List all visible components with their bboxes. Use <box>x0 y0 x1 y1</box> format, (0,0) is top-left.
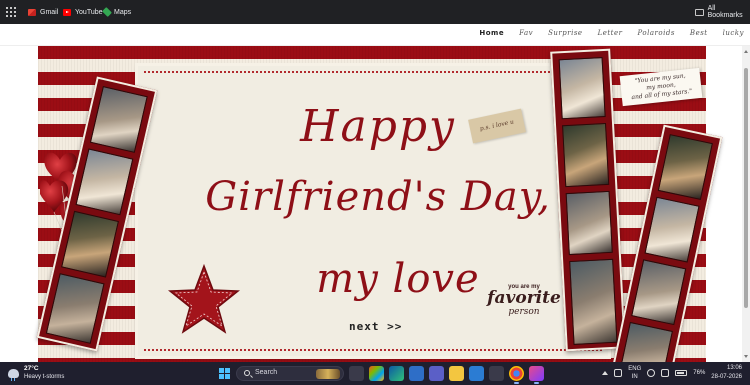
store-icon[interactable] <box>489 366 504 381</box>
photo-frame <box>45 273 105 344</box>
nav-letter[interactable]: Letter <box>598 29 623 37</box>
photo-frame <box>618 321 673 362</box>
nav-best[interactable]: Best <box>690 29 708 37</box>
bookmark-maps[interactable]: Maps <box>102 6 132 18</box>
tray-app-icon[interactable] <box>614 369 623 377</box>
clock-date: 28-07-2026 <box>711 374 742 380</box>
photo-frame <box>75 148 134 216</box>
weather-temp: 27°C <box>24 365 39 372</box>
word-icon[interactable] <box>469 366 484 381</box>
search-icon <box>244 370 250 376</box>
folder-icon <box>695 8 704 16</box>
weather-desc: Heavy t-storms <box>24 374 65 380</box>
wifi-icon[interactable] <box>647 369 656 377</box>
photo-frame <box>565 190 613 256</box>
headline-happy: Happy <box>300 101 456 152</box>
language-line2: IN <box>631 374 638 380</box>
chrome-profile-icon[interactable] <box>409 366 424 381</box>
nav-polaroids[interactable]: Polaroids <box>637 29 674 37</box>
copilot-icon[interactable] <box>369 366 384 381</box>
language-indicator[interactable]: ENG IN <box>628 365 641 381</box>
scroll-up-icon[interactable] <box>744 50 748 53</box>
photo-strip-right-2 <box>609 124 723 362</box>
bookmark-label: Maps <box>114 8 132 16</box>
nav-surprise[interactable]: Surprise <box>548 29 582 37</box>
site-navigation: Home Fav Surprise Letter Polaroids Best … <box>0 24 750 46</box>
windows-start-icon[interactable] <box>219 368 230 379</box>
clock-time: 13:06 <box>726 365 742 371</box>
photo-frame <box>569 258 618 345</box>
scrollbar-thumb[interactable] <box>744 68 748 308</box>
search-label: Search <box>255 369 278 376</box>
photo-frame <box>644 196 700 263</box>
search-highlight-image <box>316 369 340 379</box>
headline-my-love: my love <box>316 256 480 302</box>
bookmark-label: YouTube <box>75 8 103 16</box>
nav-lucky[interactable]: lucky <box>723 29 744 37</box>
photo-frame <box>61 210 119 278</box>
maps-icon <box>102 7 112 17</box>
taskbar-apps <box>349 366 544 384</box>
photo-frame <box>558 57 606 120</box>
clock[interactable]: 13:06 28-07-2026 <box>711 364 742 382</box>
edge-icon[interactable] <box>389 366 404 381</box>
photo-frame <box>631 259 687 326</box>
chrome-icon[interactable] <box>509 366 524 384</box>
favorite-person-sticker: you are my favorite person <box>484 284 564 317</box>
language-line1: ENG <box>628 366 642 372</box>
page-scrollbar[interactable] <box>742 46 750 362</box>
storm-cloud-icon <box>8 368 19 381</box>
favorite-big-text: favorite <box>487 288 561 308</box>
chevron-up-icon[interactable] <box>602 371 609 375</box>
bookmark-youtube[interactable]: YouTube <box>63 6 103 18</box>
volume-icon[interactable] <box>661 369 670 377</box>
all-bookmarks[interactable]: All Bookmarks <box>695 5 750 19</box>
scroll-down-icon[interactable] <box>744 355 748 358</box>
bookmark-label: Gmail <box>40 8 59 16</box>
paper-border <box>144 347 602 351</box>
photo-frame <box>562 122 610 188</box>
star-icon <box>168 264 240 334</box>
windows-taskbar: 27°C Heavy t-storms Search ENG IN 76% 13… <box>0 362 750 385</box>
photo-frame <box>89 86 148 153</box>
photo-frame <box>657 134 713 200</box>
quote-card: "You are my sun, my moon, and all of my … <box>619 67 703 107</box>
battery-icon[interactable] <box>675 370 688 376</box>
nav-fav[interactable]: Fav <box>519 29 533 37</box>
page-viewport: Happy Girlfriend's Day, my love p.s. i l… <box>0 46 750 362</box>
favorite-bottom-text: person <box>508 307 540 317</box>
battery-percent: 76% <box>693 370 706 376</box>
task-view-icon[interactable] <box>349 366 364 381</box>
gmail-icon <box>28 8 36 16</box>
youtube-icon <box>63 8 71 16</box>
weather-widget[interactable]: 27°C Heavy t-storms <box>8 365 64 381</box>
hero-banner: Happy Girlfriend's Day, my love p.s. i l… <box>36 46 723 362</box>
vscode-icon[interactable] <box>529 366 544 384</box>
apps-grid-icon[interactable] <box>6 7 16 17</box>
system-tray: ENG IN 76% 13:06 28-07-2026 <box>602 364 742 382</box>
taskbar-search[interactable]: Search <box>236 366 344 381</box>
nav-home[interactable]: Home <box>479 29 504 37</box>
bookmarks-bar: Gmail YouTube Maps All Bookmarks <box>0 0 750 24</box>
bookmark-gmail[interactable]: Gmail <box>28 6 58 18</box>
teams-icon[interactable] <box>429 366 444 381</box>
all-bookmarks-label: All Bookmarks <box>707 5 743 19</box>
next-button[interactable]: next >> <box>349 320 402 333</box>
file-explorer-icon[interactable] <box>449 366 464 381</box>
headline-girlfriends-day: Girlfriend's Day, <box>205 174 551 220</box>
